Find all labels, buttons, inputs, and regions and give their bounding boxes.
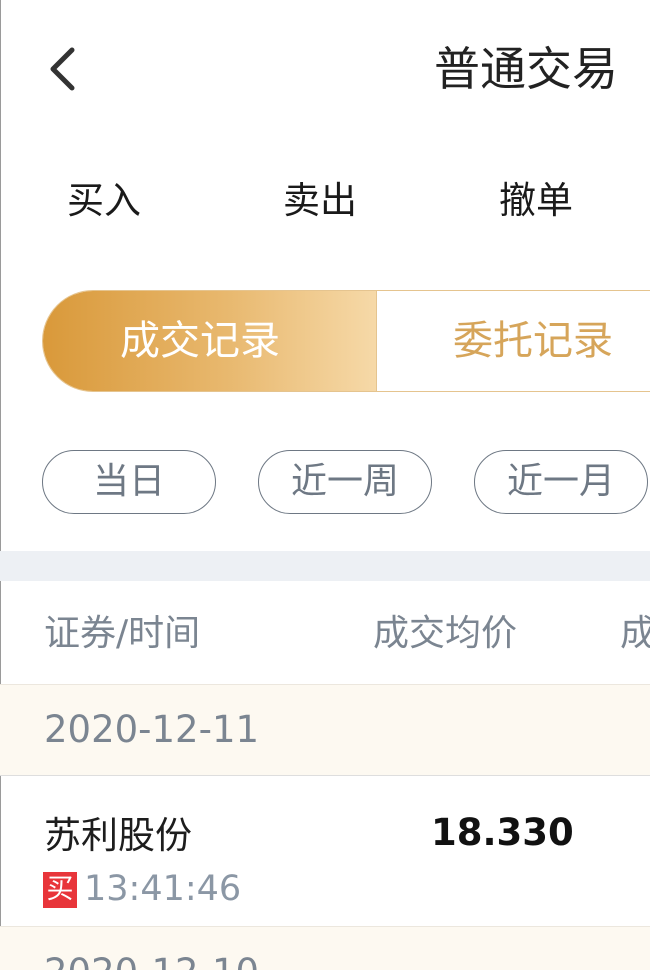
date-group-header: 2020-12-11 xyxy=(0,684,650,775)
filter-past-month[interactable]: 近一月 xyxy=(474,450,648,514)
trade-time: 13:41:46 xyxy=(84,869,242,909)
tab-cancel-order[interactable]: 撤单 xyxy=(499,174,573,228)
segment-trade-records-label: 成交记录 xyxy=(120,318,280,364)
buy-badge: 买 xyxy=(43,872,77,908)
segment-trade-records[interactable]: 成交记录 xyxy=(43,291,377,391)
section-divider xyxy=(0,551,650,581)
date-group-header: 2020-12-10 xyxy=(0,926,650,970)
column-header-truncated: 成 xyxy=(620,613,650,654)
avg-price-value: 18.330 xyxy=(431,811,574,854)
record-segmented-control: 成交记录 委托记录 xyxy=(42,290,650,392)
left-border xyxy=(0,0,1,969)
date-label: 2020-12-10 xyxy=(44,946,259,970)
segment-order-records-label: 委托记录 xyxy=(453,318,613,364)
segment-order-records[interactable]: 委托记录 xyxy=(377,291,650,391)
tab-sell[interactable]: 卖出 xyxy=(283,174,357,228)
date-label: 2020-12-11 xyxy=(44,708,260,751)
filter-past-week[interactable]: 近一周 xyxy=(258,450,432,514)
back-button[interactable] xyxy=(42,40,92,100)
stock-name: 苏利股份 xyxy=(44,814,192,857)
row-divider xyxy=(0,775,650,776)
column-header-avg-price: 成交均价 xyxy=(373,613,518,654)
page-title: 普通交易 xyxy=(434,42,618,96)
column-header-security-time: 证券/时间 xyxy=(44,613,201,654)
filter-today[interactable]: 当日 xyxy=(42,450,216,514)
chevron-left-icon xyxy=(50,47,75,91)
tab-buy[interactable]: 买入 xyxy=(67,174,141,228)
